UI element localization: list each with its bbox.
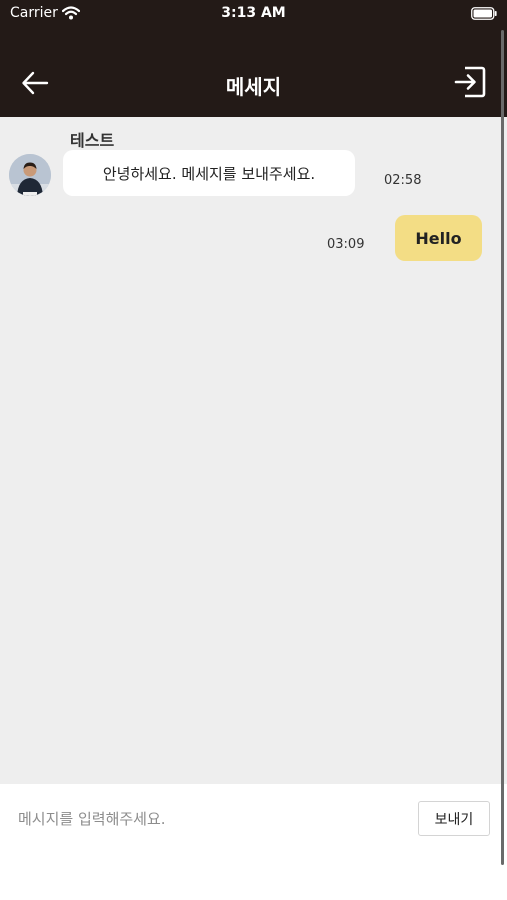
- navigation-bar: 메세지: [0, 55, 507, 111]
- message-list[interactable]: 테스트 안녕하세요. 메세지를 보내주세요. 02:58 03:09 Hello: [0, 117, 507, 784]
- message-text: Hello: [415, 228, 462, 248]
- message-timestamp: 03:09: [327, 237, 365, 252]
- incoming-message-bubble: 안녕하세요. 메세지를 보내주세요.: [63, 150, 355, 196]
- send-button[interactable]: 보내기: [418, 801, 490, 836]
- message-timestamp: 02:58: [384, 173, 422, 188]
- sender-name: 테스트: [70, 131, 115, 150]
- message-input[interactable]: [18, 804, 398, 834]
- message-composer: 보내기: [0, 784, 507, 900]
- message-text: 안녕하세요. 메세지를 보내주세요.: [102, 164, 316, 183]
- outgoing-message-bubble: Hello: [395, 215, 482, 261]
- status-time: 3:13 AM: [221, 5, 286, 21]
- avatar[interactable]: [9, 154, 51, 196]
- sign-in-icon[interactable]: [453, 65, 487, 99]
- battery-icon: [471, 7, 497, 20]
- scrollbar[interactable]: [501, 30, 504, 865]
- page-title: 메세지: [225, 75, 282, 99]
- app-header: Carrier 3:13 AM 메세지: [0, 0, 507, 117]
- status-bar: Carrier 3:13 AM: [0, 0, 507, 30]
